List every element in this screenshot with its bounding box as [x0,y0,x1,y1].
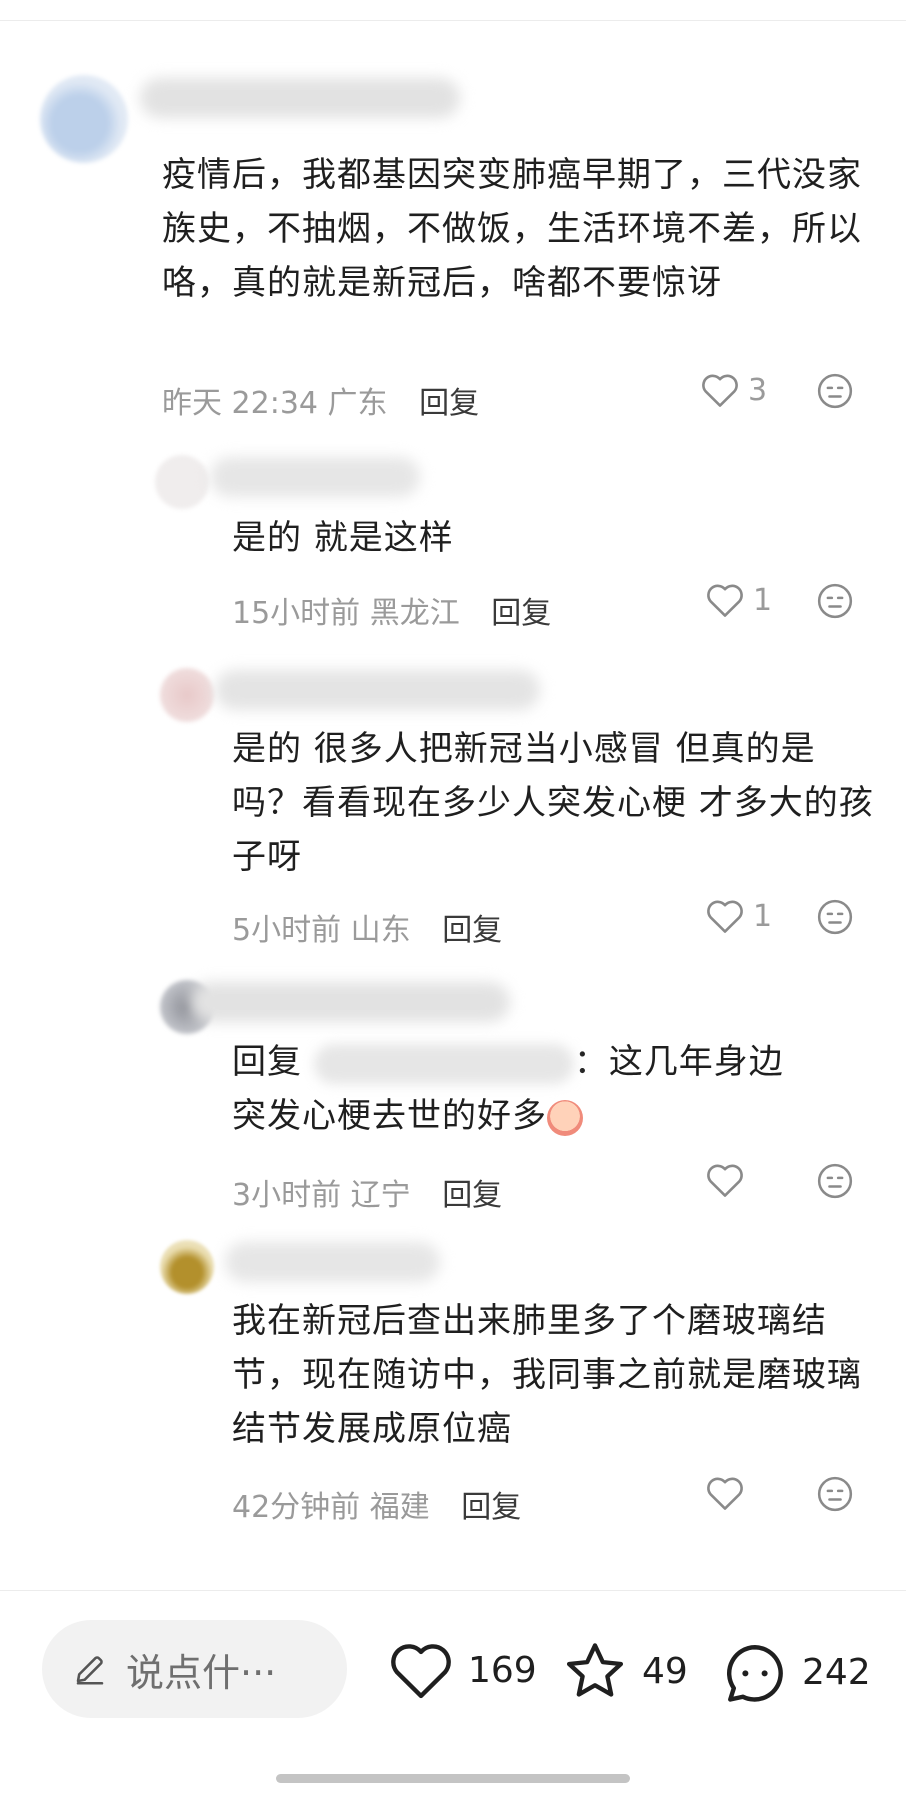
favorite-count: 49 [642,1650,688,1692]
comment-count: 242 [802,1651,871,1693]
mentioned-user-blurred[interactable] [313,1043,574,1084]
heart-outline-icon [707,584,743,617]
comment-time: 3小时前 [232,1178,342,1213]
comment-time: 昨天 22:34 [162,386,318,421]
like-count: 1 [753,582,773,618]
heart-outline-icon [707,900,743,933]
comment-meta: 42分钟前 福建 回复 [232,1482,521,1526]
comment-text: 回复 ：这几年身边 突发心梗去世的好多 [232,1035,884,1143]
heart-outline-icon [707,1164,743,1197]
reply-button[interactable]: 回复 [461,1490,521,1525]
pencil-icon [76,1656,104,1685]
like-count: 1 [753,898,773,934]
comment-meta: 3小时前 辽宁 回复 [232,1170,502,1214]
star-outline-icon [566,1643,624,1697]
username-blurred[interactable] [210,457,420,497]
comment-location: 黑龙江 [369,596,460,631]
avatar[interactable] [160,1240,214,1294]
comment-text-part: 这几年身边 [608,1042,784,1082]
neutral-face-icon[interactable] [816,1475,854,1513]
chat-bubble-icon [726,1645,783,1702]
neutral-face-icon[interactable] [816,582,854,620]
comment-text: 我在新冠后查出来肺里多了个磨玻璃结节，现在随访中，我同事之前就是磨玻璃结节发展成… [232,1301,862,1449]
reply-button[interactable]: 回复 [442,913,502,948]
favorite-button[interactable]: 49 [562,1640,688,1702]
reply-line-2: 突发心梗去世的好多 [232,1089,884,1143]
neutral-face-icon[interactable] [816,898,854,936]
home-indicator[interactable] [276,1774,630,1783]
neutral-face-icon[interactable] [816,1162,854,1200]
like-button[interactable] [705,1162,753,1198]
heart-outline-icon [707,1477,743,1510]
like-button[interactable] [705,1475,753,1511]
reply-colon: ： [573,1042,609,1082]
reply-button[interactable]: 回复 [442,1178,502,1213]
heart-outline-icon [702,374,738,407]
neutral-face-icon[interactable] [816,372,854,410]
comment-meta: 昨天 22:34 广东 回复 [162,378,479,422]
avatar[interactable] [155,455,209,509]
comment-text: 是的 很多人把新冠当小感冒 但真的是吗？看看现在多少人突发心梗 才多大的孩子呀 [232,729,874,877]
comment-time: 15小时前 [232,596,361,631]
comment-meta: 15小时前 黑龙江 回复 [232,588,551,632]
comment-location: 广东 [327,386,388,421]
avatar[interactable] [40,75,128,163]
like-post-count: 169 [468,1649,537,1691]
like-button[interactable]: 3 [700,372,767,408]
like-count: 3 [748,372,768,408]
comment-meta: 5小时前 山东 回复 [232,905,502,949]
username-blurred[interactable] [140,78,460,118]
comment-location: 山东 [350,913,411,948]
comment-input-placeholder: 说点什··· [126,1650,277,1695]
comment-text: 是的 就是这样 [232,518,454,558]
username-blurred[interactable] [225,1242,440,1282]
like-button[interactable]: 1 [705,582,772,618]
crying-emoji-icon [547,1099,583,1136]
avatar[interactable] [160,668,214,722]
comment-text-part: 突发心梗去世的好多 [232,1096,547,1136]
comment-location: 辽宁 [350,1178,411,1213]
comment-button[interactable]: 242 [722,1640,871,1704]
heart-outline-icon [391,1644,451,1699]
comment-text: 疫情后，我都基因突变肺癌早期了，三代没家族史，不抽烟，不做饭，生活环境不差，所以… [162,155,862,303]
comment-input[interactable]: 说点什··· [42,1620,347,1718]
comment-time: 42分钟前 [232,1490,361,1525]
reply-button[interactable]: 回复 [491,596,551,631]
reply-prefix: 回复 [232,1042,302,1082]
reply-button[interactable]: 回复 [419,386,479,421]
username-blurred[interactable] [190,982,510,1022]
comment-location: 福建 [369,1490,430,1525]
reply-line-1: 回复 ：这几年身边 [232,1035,884,1089]
like-button[interactable]: 1 [705,898,772,934]
username-blurred[interactable] [215,670,540,710]
top-divider [0,20,906,21]
like-post-button[interactable]: 169 [388,1640,537,1700]
comment-time: 5小时前 [232,913,342,948]
bottom-divider [0,1590,906,1591]
